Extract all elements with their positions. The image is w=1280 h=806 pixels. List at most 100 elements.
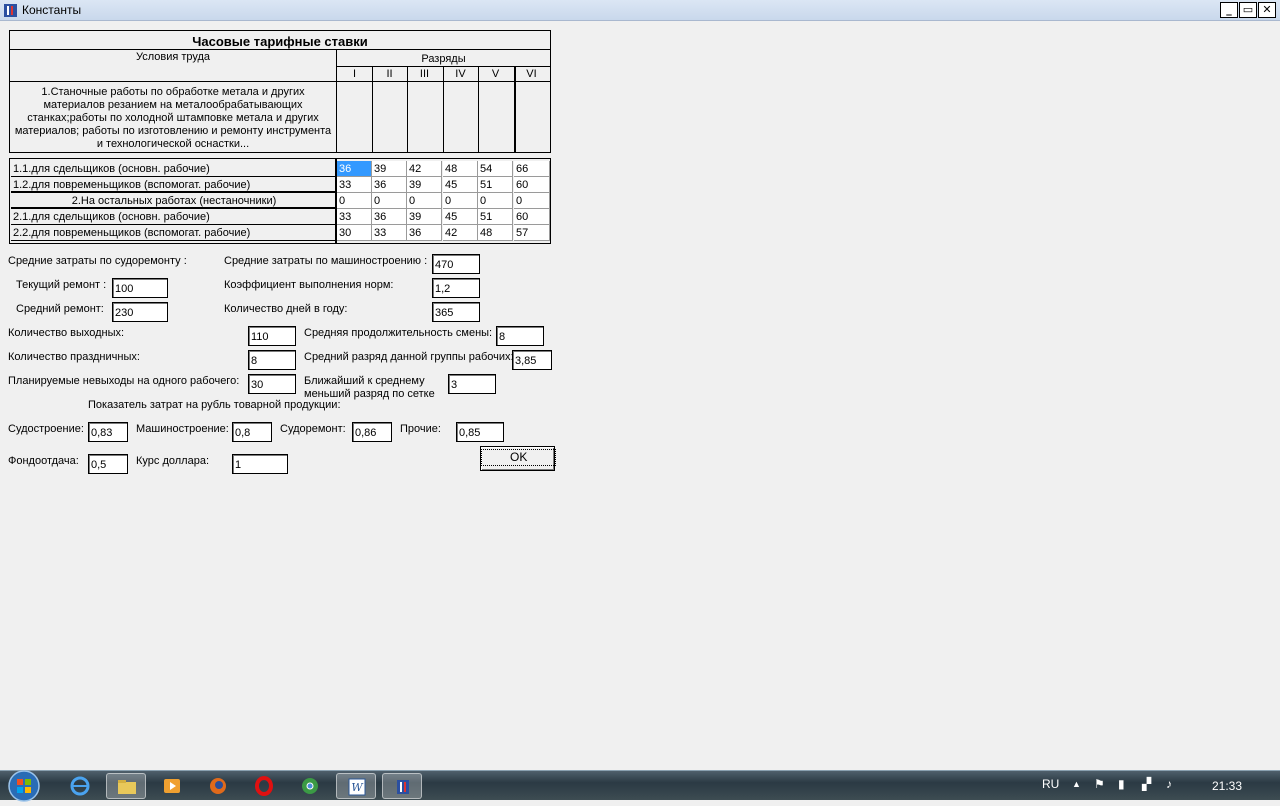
row-label: 1.2.для повременьщиков (вспомогат. рабоч… [11, 177, 335, 193]
absences-input[interactable]: 30 [248, 374, 296, 394]
rate-cell[interactable]: 30 [337, 225, 372, 241]
rate-cell[interactable]: 45 [443, 177, 478, 193]
days-per-year-input[interactable]: 365 [432, 302, 480, 322]
average-repair-input[interactable]: 230 [112, 302, 168, 322]
ok-button-label: OK [481, 449, 557, 466]
other-label: Прочие: [400, 423, 441, 435]
rate-cell[interactable]: 0 [478, 193, 513, 209]
start-button[interactable] [6, 769, 42, 803]
rate-cell[interactable]: 36 [372, 177, 407, 193]
row-label: 2.2.для повременьщиков (вспомогат. рабоч… [11, 225, 335, 241]
chrome-like-icon [302, 778, 318, 794]
shiprepair-input[interactable]: 0,86 [352, 422, 392, 442]
rate-cell[interactable]: 0 [443, 193, 478, 209]
rate-cell[interactable]: 60 [514, 177, 550, 193]
rate-cell[interactable]: 57 [514, 225, 550, 241]
show-hidden-icons-icon[interactable]: ▲ [1072, 779, 1081, 789]
machinebuilding-label: Машиностроение: [136, 423, 229, 435]
exchange-rate-label: Курс доллара: [136, 455, 209, 467]
nearest-grade-label-1: Ближайший к среднему [304, 375, 425, 387]
opera-button[interactable] [244, 773, 284, 799]
average-repair-label: Средний ремонт: [16, 303, 104, 315]
rate-cell[interactable]: 0 [372, 193, 407, 209]
rate-cell[interactable]: 54 [478, 161, 513, 177]
shipbuilding-label: Судостроение: [8, 423, 84, 435]
shiprepair-label: Судоремонт: [280, 423, 346, 435]
row-label: 1.1.для сдельщиков (основн. рабочие) [11, 161, 335, 177]
constants-app-button[interactable] [382, 773, 422, 799]
nearest-grade-input[interactable]: 3 [448, 374, 496, 394]
rate-cell[interactable]: 39 [407, 209, 442, 225]
rate-cell[interactable]: 0 [407, 193, 442, 209]
action-center-flag-icon[interactable]: ⚑ [1094, 777, 1105, 791]
rate-cell[interactable]: 39 [407, 177, 442, 193]
restore-button[interactable]: ▭ [1239, 2, 1257, 18]
explorer-folder-icon [118, 780, 136, 794]
ok-button[interactable]: OK [480, 446, 557, 471]
current-repair-label: Текущий ремонт : [16, 279, 107, 291]
minimize-button[interactable]: _ [1220, 2, 1238, 18]
rate-cell[interactable]: 39 [372, 161, 407, 177]
language-indicator[interactable]: RU [1042, 777, 1059, 791]
rate-cell[interactable]: 36 [407, 225, 442, 241]
rate-cell[interactable]: 66 [514, 161, 550, 177]
grade-header-5: V [491, 68, 500, 80]
rate-cell[interactable]: 42 [443, 225, 478, 241]
rate-cell[interactable]: 51 [478, 209, 513, 225]
conditions-header: Условия труда [135, 51, 211, 63]
grade-header-4: IV [455, 68, 466, 80]
explorer-button[interactable] [106, 773, 146, 799]
rate-cell[interactable]: 33 [337, 209, 372, 225]
row-label: 2.1.для сдельщиков (основн. рабочие) [11, 209, 335, 225]
word-button[interactable]: W [336, 773, 376, 799]
window-title: Константы [22, 3, 82, 17]
rate-cell[interactable]: 36 [337, 161, 372, 177]
close-button[interactable]: ✕ [1258, 2, 1276, 18]
rate-cell[interactable]: 60 [514, 209, 550, 225]
avg-grade-input[interactable]: 3,85 [512, 350, 552, 370]
power-icon[interactable]: ▮ [1118, 777, 1125, 791]
norm-coef-input[interactable]: 1,2 [432, 278, 480, 298]
days-per-year-label: Количество дней в году: [224, 303, 348, 315]
rate-cell[interactable]: 0 [514, 193, 550, 209]
absences-label: Планируемые невыходы на одного рабочего: [8, 375, 240, 387]
ship-repair-costs-label: Средние затраты по судоремонту : [8, 255, 187, 267]
rate-cell[interactable]: 45 [443, 209, 478, 225]
volume-icon[interactable]: ♪ [1166, 777, 1172, 791]
windows-logo-icon [8, 770, 40, 802]
machine-costs-input[interactable]: 470 [432, 254, 480, 274]
clock[interactable]: 21:33 [1212, 779, 1242, 793]
rate-cell[interactable]: 0 [337, 193, 372, 209]
media-player-button[interactable] [152, 773, 192, 799]
machinebuilding-input[interactable]: 0,8 [232, 422, 272, 442]
rate-cell[interactable]: 51 [478, 177, 513, 193]
avg-grade-label: Средний разряд данной группы рабочих: [304, 351, 514, 363]
rate-cell[interactable]: 33 [372, 225, 407, 241]
taskbar: W RU ▲ ⚑ ▮ ▞ ♪ 21:33 [0, 769, 1280, 803]
capital-productivity-input[interactable]: 0,5 [88, 454, 128, 474]
holidays-input[interactable]: 8 [248, 350, 296, 370]
firefox-button[interactable] [198, 773, 238, 799]
holidays-label: Количество праздничных: [8, 351, 140, 363]
internet-explorer-button[interactable] [60, 773, 100, 799]
current-repair-input[interactable]: 100 [112, 278, 168, 298]
other-input[interactable]: 0,85 [456, 422, 504, 442]
rate-cell[interactable]: 36 [372, 209, 407, 225]
app-icon [4, 4, 17, 17]
shift-length-label: Средняя продолжительность смены: [304, 327, 493, 339]
shift-length-input[interactable]: 8 [496, 326, 544, 346]
norm-coef-label: Коэффициент выполнения норм: [224, 279, 394, 291]
rate-cell[interactable]: 48 [478, 225, 513, 241]
cost-indicator-label: Показатель затрат на рубль товарной прод… [88, 399, 341, 411]
days-off-input[interactable]: 110 [248, 326, 296, 346]
network-icon[interactable]: ▞ [1142, 777, 1151, 791]
chrome-button[interactable] [290, 773, 330, 799]
exchange-rate-input[interactable]: 1 [232, 454, 288, 474]
firefox-icon [210, 778, 226, 794]
shipbuilding-input[interactable]: 0,83 [88, 422, 128, 442]
rate-cell[interactable]: 48 [443, 161, 478, 177]
delphi-app-icon [397, 780, 409, 794]
rate-cell[interactable]: 42 [407, 161, 442, 177]
rate-cell[interactable]: 33 [337, 177, 372, 193]
window-titlebar[interactable]: Константы _ ▭ ✕ [0, 0, 1280, 21]
